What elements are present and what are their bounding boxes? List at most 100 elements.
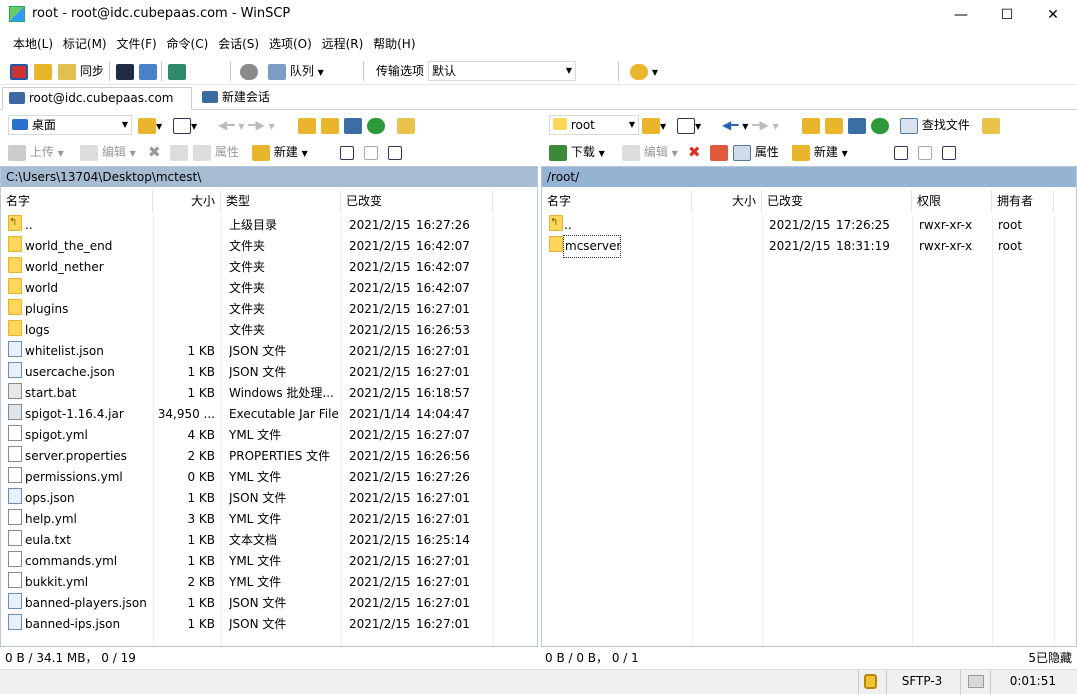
filter-icon[interactable]: [677, 117, 695, 134]
preferences-window-icon[interactable]: [168, 63, 186, 80]
table-row[interactable]: logs 文件夹 2021/2/15 16:26:53: [1, 320, 537, 341]
menu-local[interactable]: 本地(L): [10, 32, 56, 52]
unselect-icon[interactable]: [917, 145, 932, 160]
menu-files[interactable]: 文件(F): [113, 32, 159, 52]
home-icon[interactable]: [344, 117, 362, 134]
table-row[interactable]: help.yml 3 KB YML 文件 2021/2/15 16:27:01: [1, 509, 537, 530]
menu-commands[interactable]: 命令(C): [164, 32, 212, 52]
table-row[interactable]: whitelist.json 1 KB JSON 文件 2021/2/15 16:27:…: [1, 341, 537, 362]
filter-select-icon[interactable]: [941, 145, 956, 160]
queue-button[interactable]: 队列 ▼: [268, 57, 324, 85]
menu-help[interactable]: 帮助(H): [370, 32, 418, 52]
terminal-icon[interactable]: [116, 63, 134, 80]
refresh-icon[interactable]: [871, 117, 889, 134]
gear-icon[interactable]: [240, 63, 258, 80]
tab-session[interactable]: root@idc.cubepaas.com ✕: [2, 87, 192, 126]
bookmarks-icon[interactable]: [982, 117, 1000, 134]
filter-select-icon[interactable]: [387, 145, 402, 160]
global-options-button[interactable]: ▼: [630, 57, 658, 85]
column-changed[interactable]: 已改变: [341, 190, 493, 212]
parent-directory-icon[interactable]: [802, 117, 820, 134]
download-button[interactable]: 下载 ▼: [549, 139, 605, 166]
table-row[interactable]: world 文件夹 2021/2/15 16:42:07: [1, 278, 537, 299]
delete-icon[interactable]: ✖: [688, 139, 701, 166]
table-row[interactable]: world_nether 文件夹 2021/2/15 16:42:07: [1, 257, 537, 278]
column-changed[interactable]: 已改变: [762, 190, 912, 212]
transfer-options-select[interactable]: 默认 ▼: [428, 61, 576, 81]
column-owner[interactable]: 拥有者: [992, 190, 1054, 212]
local-edit-button[interactable]: 编辑 ▼: [80, 139, 136, 166]
table-row[interactable]: banned-ips.json 1 KB JSON 文件 2021/2/15 16:27…: [1, 614, 537, 635]
select-all-icon[interactable]: [894, 145, 908, 160]
table-row[interactable]: world_the_end 文件夹 2021/2/15 16:42:07: [1, 236, 537, 257]
table-row[interactable]: eula.txt 1 KB 文本文档 2021/2/15 16:25:14: [1, 530, 537, 551]
table-row[interactable]: commands.yml 1 KB YML 文件 2021/2/15 16:27:01: [1, 551, 537, 572]
table-row[interactable]: usercache.json 1 KB JSON 文件 2021/2/15 16:27:…: [1, 362, 537, 383]
chevron-down-icon: ▼: [565, 66, 572, 75]
remote-properties-button[interactable]: 属性: [733, 139, 779, 166]
remote-path-bar[interactable]: /root/: [542, 167, 1076, 187]
table-row[interactable]: plugins 文件夹 2021/2/15 16:27:01: [1, 299, 537, 320]
column-size[interactable]: 大小: [153, 190, 221, 212]
table-row[interactable]: ops.json 1 KB JSON 文件 2021/2/15 16:27:01: [1, 488, 537, 509]
column-size[interactable]: 大小: [692, 190, 762, 212]
table-row[interactable]: bukkit.yml 2 KB YML 文件 2021/2/15 16:27:01: [1, 572, 537, 593]
file-date: 2021/2/15: [349, 428, 411, 442]
maximize-button[interactable]: ☐: [984, 0, 1030, 30]
filter-icon[interactable]: [173, 117, 191, 134]
table-row[interactable]: ↰.. 上级目录 2021/2/15 16:27:26: [1, 215, 537, 236]
menu-options[interactable]: 选项(O): [266, 32, 315, 52]
menu-session[interactable]: 会话(S): [215, 32, 262, 52]
back-icon[interactable]: ◀━: [722, 118, 738, 132]
find-files-button[interactable]: 查找文件: [900, 112, 970, 139]
lock-icon[interactable]: [864, 674, 877, 689]
table-row[interactable]: spigot-1.16.4.jar 34,950 ... Executable Ja…: [1, 404, 537, 425]
remote-edit-button[interactable]: 编辑 ▼: [622, 139, 678, 166]
table-row[interactable]: permissions.yml 0 KB YML 文件 2021/2/15 16:27:…: [1, 467, 537, 488]
table-row[interactable]: start.bat 1 KB Windows 批处理... 2021/2/15 16:1…: [1, 383, 537, 404]
local-properties-button[interactable]: 属性: [193, 139, 239, 166]
parent-directory-icon[interactable]: [298, 117, 316, 134]
remote-new-button[interactable]: 新建 ▼: [792, 139, 848, 166]
queue-status-icon[interactable]: [968, 675, 984, 688]
rename-icon[interactable]: [710, 144, 728, 161]
home-icon[interactable]: [848, 117, 866, 134]
tab-new-session[interactable]: 新建会话: [196, 87, 276, 110]
remote-location-select[interactable]: root ▼: [549, 115, 639, 135]
column-rights[interactable]: 权限: [912, 190, 992, 212]
root-directory-icon[interactable]: [825, 117, 843, 134]
minimize-button[interactable]: —: [938, 0, 984, 30]
local-new-button[interactable]: 新建 ▼: [252, 139, 308, 166]
table-row[interactable]: server.properties 2 KB PROPERTIES 文件 2021/2…: [1, 446, 537, 467]
close-button[interactable]: ✕: [1030, 0, 1076, 30]
delete-icon[interactable]: ✖: [148, 139, 161, 166]
forward-icon[interactable]: ━▶: [752, 118, 768, 132]
local-path-bar[interactable]: C:\Users\13704\Desktop\mctest\: [1, 167, 537, 187]
forward-icon[interactable]: ━▶: [248, 118, 264, 132]
open-directory-icon[interactable]: [138, 117, 156, 134]
table-row[interactable]: banned-players.json 1 KB JSON 文件 2021/2/15 1…: [1, 593, 537, 614]
putty-icon[interactable]: [139, 63, 157, 80]
rename-icon[interactable]: [170, 144, 188, 161]
bookmarks-icon[interactable]: [397, 117, 415, 134]
table-row[interactable]: ↰.. 2021/2/15 17:26:25 rwxr-xr-x root: [542, 215, 1076, 236]
root-directory-icon[interactable]: [321, 117, 339, 134]
back-icon[interactable]: ◀━: [218, 118, 234, 132]
menu-remote[interactable]: 远程(R): [319, 32, 367, 52]
sync-button[interactable]: 同步: [58, 57, 104, 85]
column-type[interactable]: 类型: [221, 190, 341, 212]
select-all-icon[interactable]: [340, 145, 354, 160]
unselect-icon[interactable]: [363, 145, 378, 160]
upload-button[interactable]: 上传 ▼: [8, 139, 64, 166]
open-directory-icon[interactable]: [642, 117, 660, 134]
hidden-count[interactable]: 5已隐藏: [1000, 648, 1072, 669]
column-name[interactable]: 名字: [1, 190, 153, 212]
table-row[interactable]: mcserver 2021/2/15 18:31:19 rwxr-xr-x root: [542, 235, 1076, 258]
local-location-select[interactable]: 桌面 ▼: [8, 115, 132, 135]
menu-mark[interactable]: 标记(M): [60, 32, 110, 52]
compare-directories-icon[interactable]: [10, 63, 28, 80]
refresh-icon[interactable]: [367, 117, 385, 134]
synchronize-browsing-icon[interactable]: [34, 63, 52, 80]
table-row[interactable]: spigot.yml 4 KB YML 文件 2021/2/15 16:27:07: [1, 425, 537, 446]
column-name[interactable]: 名字: [542, 190, 692, 212]
